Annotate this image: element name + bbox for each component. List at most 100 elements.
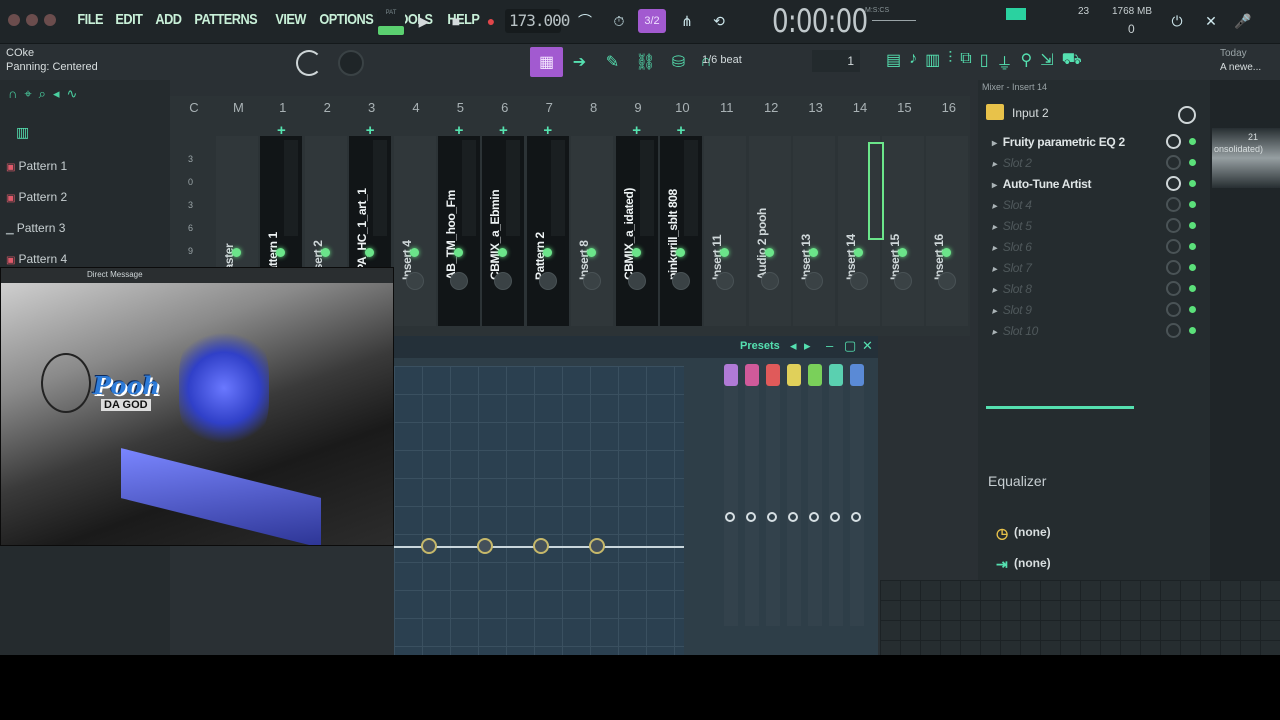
track-enable-led[interactable] — [764, 248, 774, 257]
channel-rack-icon[interactable]: ▥ — [925, 50, 940, 74]
slot-expand-icon[interactable]: ▸ — [992, 285, 997, 296]
slot-enable-led[interactable] — [1189, 159, 1196, 166]
wave-icon[interactable]: ∿ — [66, 86, 77, 101]
maximize-window-button[interactable] — [44, 14, 56, 26]
track-add-icon[interactable]: + — [615, 122, 659, 139]
export-icon[interactable]: ⇲ — [1040, 50, 1053, 74]
slot-mix-knob[interactable] — [1166, 323, 1181, 338]
prev-preset-icon[interactable]: ◂ — [790, 338, 797, 354]
next-preset-icon[interactable]: ▸ — [804, 338, 811, 354]
eq-band-node[interactable] — [767, 512, 777, 522]
piano-icon[interactable]: ♪ — [909, 50, 917, 74]
eq-band-slider[interactable] — [745, 366, 759, 626]
piano-roll-icon[interactable]: ▦ — [530, 47, 563, 77]
slot-expand-icon[interactable]: ▸ — [992, 306, 997, 317]
slot-expand-icon[interactable]: ▸ — [992, 180, 997, 191]
track-enable-led[interactable] — [853, 248, 863, 257]
browser-icon[interactable]: ⧉ — [960, 50, 971, 74]
eq-graph[interactable] — [394, 366, 684, 655]
mixer-track[interactable]: Insert 13 — [793, 136, 836, 326]
arrow-icon[interactable]: ➔ — [563, 47, 596, 77]
file-icon[interactable]: ▯ — [980, 50, 989, 74]
slot-enable-led[interactable] — [1189, 264, 1196, 271]
minimize-window-button[interactable] — [26, 14, 38, 26]
track-enable-led[interactable] — [809, 248, 819, 257]
menu-edit[interactable]: EDIT — [112, 11, 146, 28]
eq-band-node[interactable] — [746, 512, 756, 522]
tempo-display[interactable]: 173.000 — [505, 9, 570, 33]
track-pan-knob[interactable] — [760, 272, 779, 290]
track-pan-knob[interactable] — [716, 272, 735, 290]
track-add-icon[interactable]: + — [348, 122, 392, 139]
track-pan-knob[interactable] — [627, 272, 646, 290]
eq-band-node[interactable] — [830, 512, 840, 522]
slot-enable-led[interactable] — [1189, 306, 1196, 313]
webcam-titlebar[interactable]: Direct Message — [1, 268, 393, 283]
slot-enable-led[interactable] — [1189, 138, 1196, 145]
mixer-track[interactable]: pinkgrill_sblt 808 — [660, 136, 702, 326]
pattern-song-toggle[interactable]: PAT — [377, 10, 405, 36]
track-add-icon[interactable]: + — [437, 122, 481, 139]
pattern-item[interactable]: ▣ Pattern 1 — [0, 155, 160, 177]
mixer-track[interactable]: CBMIX_a_idated) — [615, 136, 658, 326]
pattern-number[interactable]: 1 — [812, 50, 860, 72]
slot-mix-knob[interactable] — [1166, 302, 1181, 317]
track-pan-knob[interactable] — [805, 272, 824, 290]
slot-mix-knob[interactable] — [1166, 260, 1181, 275]
menu-options[interactable]: OPTIONS — [316, 11, 377, 28]
eq-band-node[interactable] — [851, 512, 861, 522]
track-pan-knob[interactable] — [450, 272, 468, 290]
input-power-icon[interactable] — [1178, 106, 1196, 124]
menu-add[interactable]: ADD — [152, 11, 185, 28]
slot-mix-knob[interactable] — [1166, 218, 1181, 233]
wait-icon[interactable]: ⏱ — [606, 9, 632, 33]
master-pitch-knob[interactable] — [338, 50, 364, 76]
track-pan-knob[interactable] — [583, 272, 602, 290]
maximize-icon[interactable]: ▢ — [844, 338, 856, 354]
track-add-icon[interactable]: + — [259, 122, 303, 139]
track-pan-knob[interactable] — [849, 272, 868, 290]
tag-icon[interactable]: ⌖ — [24, 86, 31, 101]
eq-band-handle[interactable] — [421, 538, 437, 554]
mixer-icon[interactable]: ⫶ — [948, 50, 952, 74]
eq-band-slider[interactable] — [766, 366, 780, 626]
track-pan-knob[interactable] — [494, 272, 513, 290]
slot-mix-knob[interactable] — [1166, 281, 1181, 296]
track-pan-knob[interactable] — [938, 272, 957, 290]
mixer-track[interactable]: Insert 4 — [393, 136, 436, 326]
minimize-icon[interactable]: – — [826, 338, 833, 353]
track-enable-led[interactable] — [498, 248, 508, 257]
track-enable-led[interactable] — [720, 248, 730, 257]
play-button[interactable]: ▶ — [414, 9, 434, 33]
track-pan-knob[interactable] — [672, 272, 690, 290]
eq-band-handle[interactable] — [477, 538, 493, 554]
playlist-grid[interactable] — [880, 580, 1280, 655]
eq-band-slider[interactable] — [787, 366, 801, 626]
eq-band-node[interactable] — [725, 512, 735, 522]
mixer-track[interactable]: Insert 11 — [704, 136, 747, 326]
close-icon[interactable]: ✕ — [862, 338, 873, 354]
slot-expand-icon[interactable]: ▸ — [992, 201, 997, 212]
pencil-icon[interactable]: ✎ — [596, 47, 629, 77]
slot-expand-icon[interactable]: ▸ — [992, 327, 997, 338]
stop-button[interactable]: ■ — [446, 9, 466, 33]
menu-file[interactable]: FILE — [74, 11, 106, 28]
input-selector[interactable]: Input 2 — [986, 102, 1206, 124]
mixer-track[interactable]: Insert 8 — [571, 136, 614, 326]
slot-enable-led[interactable] — [1189, 285, 1196, 292]
slot-enable-led[interactable] — [1189, 327, 1196, 334]
mixer-track[interactable]: Audio 2 pooh — [748, 136, 791, 326]
slot-enable-led[interactable] — [1189, 222, 1196, 229]
slot-enable-led[interactable] — [1189, 180, 1196, 187]
tuner-icon[interactable]: ⚲ — [1021, 50, 1033, 74]
track-enable-led[interactable] — [320, 248, 330, 257]
slot-mix-knob[interactable] — [1166, 155, 1181, 170]
track-enable-led[interactable] — [409, 248, 419, 257]
menu-patterns[interactable]: PATTERNS — [191, 11, 261, 28]
track-enable-led[interactable] — [232, 248, 241, 257]
route-in-row[interactable]: ◷ (none) — [988, 522, 1198, 544]
track-enable-led[interactable] — [631, 248, 641, 257]
menu-view[interactable]: VIEW — [272, 11, 309, 28]
track-add-icon[interactable]: + — [659, 122, 703, 139]
slot-expand-icon[interactable]: ▸ — [992, 264, 997, 275]
